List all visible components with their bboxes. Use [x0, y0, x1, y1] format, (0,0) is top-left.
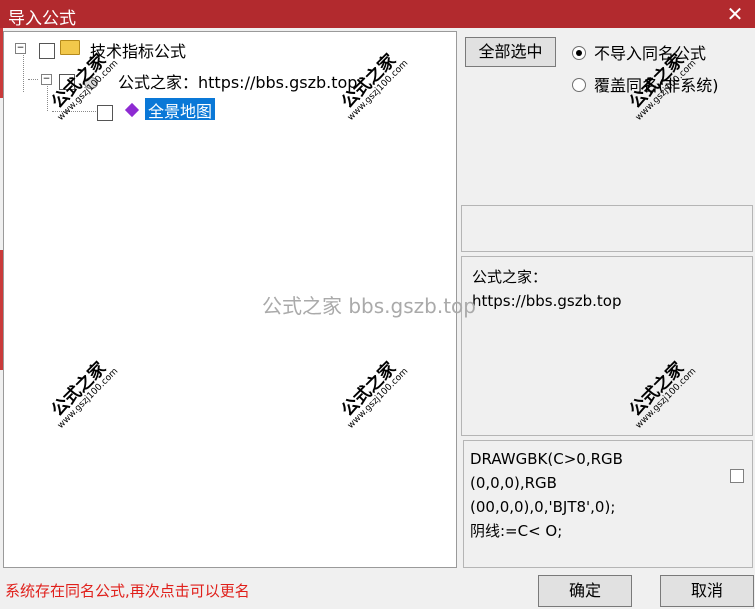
empty-panel [461, 205, 753, 252]
code-line: (00,0,0),0,'BJT8',0); [470, 498, 616, 516]
radio-overwrite-indicator[interactable] [572, 78, 586, 92]
cancel-button[interactable]: 取消 [660, 575, 754, 607]
status-message: 系统存在同名公式,再次点击可以更名 [5, 582, 250, 600]
tree-connector [23, 49, 24, 92]
ok-button[interactable]: 确定 [538, 575, 632, 607]
code-line: (0,0,0),RGB [470, 474, 557, 492]
tree-formula-label[interactable]: 全景地图 [145, 98, 216, 121]
window-title: 导入公式 [8, 9, 76, 29]
collapse-root-icon[interactable]: − [15, 43, 26, 54]
root-checkbox[interactable] [39, 43, 55, 59]
code-preview[interactable]: DRAWGBK(C>0,RGB (0,0,0),RGB (00,0,0),0,'… [463, 440, 753, 568]
title-bar: 导入公式 ✕ [0, 0, 755, 29]
collapse-source-icon[interactable]: − [41, 74, 52, 85]
select-all-button[interactable]: 全部选中 [465, 37, 556, 67]
formula-checkbox[interactable] [97, 105, 113, 121]
code-checkbox[interactable] [730, 469, 744, 483]
close-icon[interactable]: ✕ [715, 0, 755, 28]
tree-source-label[interactable]: 公式之家：https://bbs.gszb.top [118, 69, 357, 92]
tree-connector [28, 79, 38, 80]
radio-no-import-indicator[interactable] [572, 46, 586, 60]
code-line: DRAWGBK(C>0,RGB [470, 450, 623, 468]
description-text: 公式之家： https://bbs.gszb.top [472, 265, 621, 313]
watermark-text: 公式之家 bbs.gszb.top [262, 294, 476, 318]
code-text: DRAWGBK(C>0,RGB (0,0,0),RGB (00,0,0),0,'… [470, 447, 720, 543]
description-panel: 公式之家： https://bbs.gszb.top [461, 256, 753, 436]
formula-indicator-icon [124, 102, 140, 118]
description-line: 公式之家： [472, 268, 548, 286]
description-line: https://bbs.gszb.top [472, 292, 622, 310]
code-line: 阴线:=C< O; [470, 522, 563, 540]
folder-icon [60, 40, 80, 55]
